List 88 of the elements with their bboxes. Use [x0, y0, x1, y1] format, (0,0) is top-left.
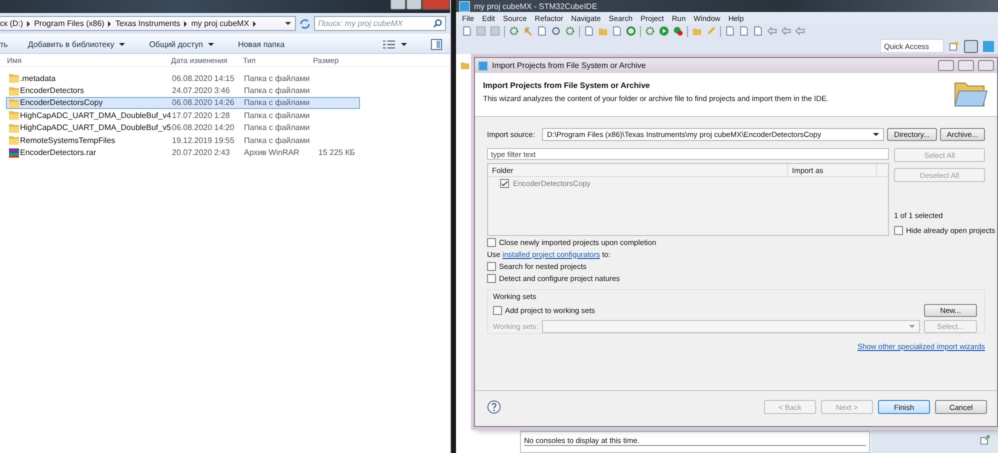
modified-date: 17.07.2020 1:28	[172, 110, 230, 120]
perspective-icon[interactable]	[949, 41, 959, 51]
ide-logo-icon	[459, 0, 470, 12]
file-name: EncoderDetectors	[20, 86, 84, 96]
modified-date: 06.08.2020 14:15	[172, 74, 234, 83]
folder-icon	[9, 135, 19, 146]
minimize-button[interactable]	[938, 60, 954, 71]
circle-icon[interactable]	[626, 26, 636, 36]
checkbox[interactable]	[487, 274, 496, 282]
chevron-icon	[253, 20, 256, 26]
file-name: EncoderDetectorsCopy	[20, 98, 103, 108]
breadcrumb-item[interactable]: Program Files (x86)	[34, 19, 104, 28]
toolbar-button[interactable]: Добавить в библиотеку	[28, 40, 126, 48]
file-row[interactable]: EncoderDetectors.rar 20.07.2020 2:43 Архив WinRAR 15 225 КБ	[6, 146, 360, 159]
modified-date: 06.08.2020 14:20	[172, 123, 234, 132]
file-row[interactable]: RemoteSystemsTempFiles 19.12.2019 19:55 Папка с файлами	[6, 134, 360, 146]
chevron-icon	[27, 20, 30, 26]
file-name: EncoderDetectors.rar	[20, 148, 96, 158]
toolbar-button[interactable]: Новая папка	[238, 40, 285, 48]
file-row[interactable]: .metadata 06.08.2020 14:15 Папка с файлами	[6, 72, 360, 84]
file-size: 15 225 КБ	[318, 148, 355, 158]
chevron-icon	[108, 20, 112, 26]
help-icon[interactable]	[487, 400, 501, 414]
wizard-heading: Import Projects from File System or Archive	[483, 81, 651, 90]
checkbox[interactable]	[894, 226, 903, 234]
gear-icon[interactable]	[565, 26, 575, 36]
search-icon	[433, 19, 442, 28]
file-row[interactable]: HighCapADC_UART_DMA_DoubleBuf_v506.08.2020 14:20 Папка с файлами	[6, 122, 360, 134]
ide-logo-icon	[478, 60, 488, 70]
caret-icon[interactable]	[401, 42, 407, 46]
folder-icon	[9, 73, 19, 84]
minimize-button[interactable]	[390, 0, 406, 10]
folder-icon	[9, 86, 19, 96]
maximize-button[interactable]	[958, 60, 974, 71]
modified-date: 06.08.2020 14:26	[172, 98, 234, 108]
file-row[interactable]: HighCapADC_UART_DMA_DoubleBuf_v417.07.2020 1:28 Папка с файлами	[6, 109, 360, 122]
file-type: Папка с файлами	[244, 136, 310, 145]
file-name: HighCapADC_UART_DMA_DoubleBuf_v5	[20, 123, 172, 132]
file-type: Архив WinRAR	[244, 148, 300, 158]
file-row[interactable]: EncoderDetectorsCopy 06.08.2020 14:26 Папка с файлами	[6, 96, 360, 110]
gear-icon[interactable]	[645, 26, 655, 36]
file-type: Папка с файлами	[244, 123, 310, 132]
view-list-icon[interactable]	[383, 40, 395, 48]
dialog-title: Import Projects from File System or Archive	[492, 61, 646, 70]
breadcrumb-item[interactable]: Texas Instruments	[115, 19, 180, 28]
file-row[interactable]: EncoderDetectors 24.07.2020 3:46 Папка с файлами	[6, 84, 360, 97]
perspective-button[interactable]	[964, 40, 978, 52]
hammer-icon[interactable]	[523, 26, 533, 36]
archive-icon	[9, 148, 19, 158]
checkbox[interactable]	[487, 262, 496, 270]
file-type: Папка с файлами	[244, 110, 310, 120]
breadcrumb-item[interactable]: ск (D:)	[0, 19, 24, 28]
folder-icon[interactable]	[460, 60, 470, 70]
maximize-icon[interactable]	[980, 435, 990, 445]
folder-icon	[9, 98, 19, 108]
search-field[interactable]: Поиск: my proj cubeMX	[314, 16, 446, 31]
gear-icon[interactable]	[509, 26, 519, 36]
modified-date: 19.12.2019 19:55	[172, 136, 234, 145]
checkbox[interactable]	[500, 179, 509, 188]
toolbar-button[interactable]: ть	[0, 40, 8, 48]
close-button[interactable]	[978, 60, 994, 71]
checkbox[interactable]	[487, 238, 496, 246]
caret-icon[interactable]	[285, 22, 291, 25]
folder-icon	[9, 110, 19, 120]
file-type: Папка с файлами	[244, 74, 310, 83]
address-bar[interactable]: ск (D:) Program Files (x86) Texas Instruments my proj cubeMX	[0, 16, 296, 31]
file-name: RemoteSystemsTempFiles	[20, 136, 116, 145]
bug-icon[interactable]	[673, 26, 683, 36]
maximize-button[interactable]	[406, 0, 422, 10]
page-icon[interactable]	[612, 26, 622, 36]
folder-icon	[9, 122, 19, 133]
breadcrumb-item[interactable]: my proj cubeMX	[191, 19, 250, 28]
modified-date: 20.07.2020 2:43	[172, 148, 230, 158]
toolbar-button[interactable]: Общий доступ	[149, 40, 214, 48]
page-icon[interactable]	[462, 26, 472, 36]
chevron-icon	[184, 20, 188, 26]
refresh-icon[interactable]	[299, 18, 311, 30]
preview-pane-icon[interactable]	[431, 38, 442, 50]
target-icon[interactable]	[551, 26, 561, 36]
modified-date: 24.07.2020 3:46	[172, 86, 230, 96]
play-icon[interactable]	[659, 26, 669, 36]
page-icon[interactable]	[584, 26, 594, 36]
file-type: Папка с файлами	[244, 98, 310, 108]
file-type: Папка с файлами	[244, 86, 310, 96]
file-name: HighCapADC_UART_DMA_DoubleBuf_v4	[20, 110, 172, 120]
window-title: my proj cubeMX - STM32CubeIDE	[474, 2, 598, 10]
file-name: .metadata	[20, 74, 56, 83]
page-icon[interactable]	[537, 26, 547, 36]
